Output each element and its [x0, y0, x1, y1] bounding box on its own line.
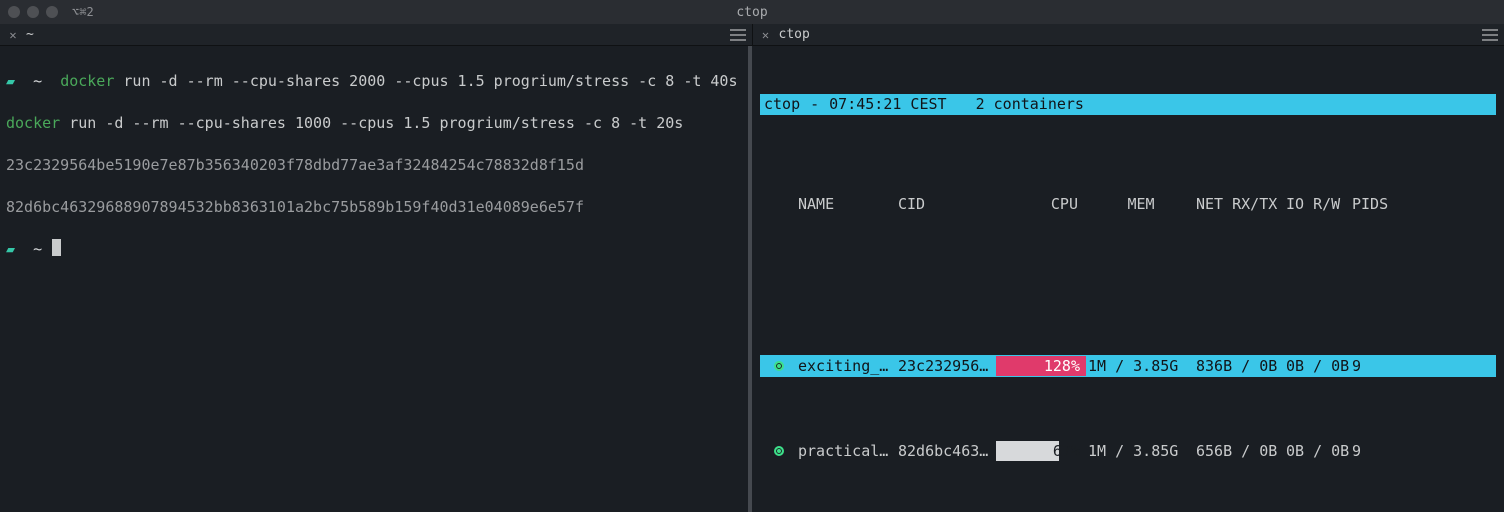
close-tab-icon[interactable]: ✕: [6, 28, 20, 42]
cell-io: 0B / 0B: [1284, 441, 1350, 462]
window-shortcut-label: ⌥⌘2: [72, 5, 94, 19]
hamburger-icon[interactable]: [1482, 29, 1498, 41]
close-window-icon[interactable]: [8, 6, 20, 18]
zoom-window-icon[interactable]: [46, 6, 58, 18]
col-name: NAME: [796, 194, 896, 215]
ctop-header-time: 07:45:21 CEST: [829, 94, 946, 115]
command-args-2: run -d --rm --cpu-shares 1000 --cpus 1.5…: [69, 114, 683, 132]
col-cid: CID: [896, 194, 996, 215]
container-id-1: 23c2329564be5190e7e87b356340203f78dbd77a…: [6, 155, 742, 176]
status-running-icon: [774, 361, 784, 371]
ctop-header-count: 2 containers: [976, 94, 1084, 115]
ctop-row-selected[interactable]: exciting_… 23c232956… 128% 1M / 3.85G 83…: [760, 355, 1496, 377]
shell-line-2: docker run -d --rm --cpu-shares 1000 --c…: [6, 113, 742, 134]
prompt-cwd: ~: [33, 240, 42, 258]
cell-mem: 1M / 3.85G: [1086, 441, 1194, 462]
ctop-columns: NAME CID CPU MEM NET RX/TX IO R/W PIDS: [760, 194, 1496, 215]
cpu-value: 128%: [1044, 355, 1080, 377]
cell-pids: 9: [1350, 356, 1416, 377]
terminal-shell-pane[interactable]: ▰ ~ docker run -d --rm --cpu-shares 2000…: [0, 46, 752, 512]
col-pids: PIDS: [1350, 194, 1416, 215]
window-titlebar: ⌥⌘2 ctop: [0, 0, 1504, 24]
prompt-icon: ▰: [6, 72, 15, 90]
cpu-value: 67%: [1053, 440, 1080, 462]
terminal-ctop-pane[interactable]: ctop - 07:45:21 CEST 2 containers NAME C…: [752, 46, 1504, 512]
cpu-bar-icon: [996, 441, 1059, 461]
cell-net: 836B / 0B: [1194, 356, 1284, 377]
cursor-icon: [52, 239, 61, 256]
col-mem: MEM: [1086, 194, 1194, 215]
command-docker: docker: [6, 114, 60, 132]
cell-name: practical…: [796, 441, 896, 462]
tab-left[interactable]: ✕ ~: [0, 24, 752, 45]
cell-net: 656B / 0B: [1194, 441, 1284, 462]
hamburger-icon[interactable]: [730, 29, 746, 41]
col-net: NET RX/TX: [1194, 194, 1284, 215]
col-io: IO R/W: [1284, 194, 1350, 215]
tab-right[interactable]: ✕ ctop: [752, 24, 1504, 45]
tab-right-label: ctop: [779, 27, 810, 42]
cell-cid: 23c232956…: [896, 356, 996, 377]
cell-pids: 9: [1350, 441, 1416, 462]
status-running-icon: [774, 446, 784, 456]
cell-cpu: 67%: [996, 440, 1086, 462]
minimize-window-icon[interactable]: [27, 6, 39, 18]
ctop-rows: exciting_… 23c232956… 128% 1M / 3.85G 83…: [760, 292, 1496, 504]
cell-io: 0B / 0B: [1284, 356, 1350, 377]
shell-line-1: ▰ ~ docker run -d --rm --cpu-shares 2000…: [6, 71, 742, 92]
traffic-lights: [8, 6, 58, 18]
command-docker: docker: [60, 72, 114, 90]
prompt-cwd: ~: [33, 72, 42, 90]
shell-prompt-idle: ▰ ~: [6, 239, 742, 260]
command-args-1: run -d --rm --cpu-shares 2000 --cpus 1.5…: [123, 72, 737, 90]
tab-strip: ✕ ~ ✕ ctop: [0, 24, 1504, 46]
close-tab-icon[interactable]: ✕: [759, 28, 773, 42]
cell-cpu: 128%: [996, 355, 1086, 377]
container-id-2: 82d6bc46329688907894532bb8363101a2bc75b5…: [6, 197, 742, 218]
cell-cid: 82d6bc463…: [896, 441, 996, 462]
ctop-header-sep: -: [810, 94, 819, 115]
window-title: ctop: [736, 5, 767, 20]
col-cpu: CPU: [996, 194, 1086, 215]
cell-mem: 1M / 3.85G: [1086, 356, 1194, 377]
split-panes: ▰ ~ docker run -d --rm --cpu-shares 2000…: [0, 46, 1504, 512]
prompt-icon: ▰: [6, 240, 15, 258]
ctop-row[interactable]: practical… 82d6bc463… 67% 1M / 3.85G 656…: [760, 440, 1496, 462]
ctop-header-name: ctop: [764, 94, 800, 115]
tab-left-label: ~: [26, 27, 34, 42]
cell-name: exciting_…: [796, 356, 896, 377]
ctop-header: ctop - 07:45:21 CEST 2 containers: [760, 94, 1496, 115]
